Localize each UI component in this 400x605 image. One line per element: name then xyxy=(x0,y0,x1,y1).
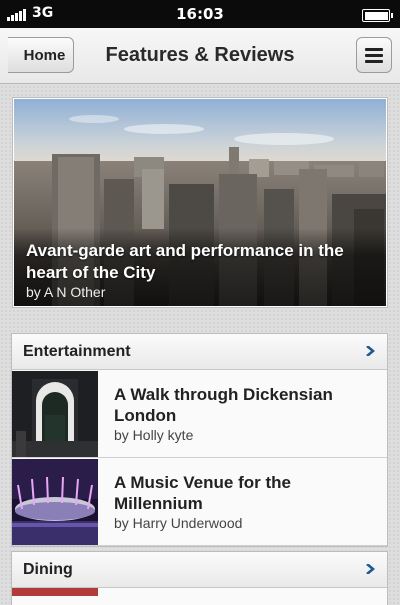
article-title: A Walk through Dickensian London xyxy=(114,385,333,425)
section-label: Entertainment xyxy=(23,343,131,360)
list-item[interactable]: A Walk through Dickensian London by Holl… xyxy=(12,370,387,458)
chevron-right-icon xyxy=(366,346,375,356)
section-label: Dining xyxy=(23,561,73,578)
navigation-bar: Features & Reviews Home xyxy=(0,28,400,84)
article-title: A Music Venue for the Millennium xyxy=(114,473,291,513)
section-header-entertainment[interactable]: Entertainment xyxy=(12,334,387,370)
home-button-label: Home xyxy=(23,46,66,64)
battery-icon xyxy=(362,9,393,22)
article-byline: by Harry Underwood xyxy=(114,515,243,531)
section-header-dining[interactable]: Dining xyxy=(12,552,387,588)
hero-feature-card[interactable]: Avant-garde art and performance in the h… xyxy=(13,98,387,307)
article-byline: by Holly kyte xyxy=(114,427,194,443)
status-bar: 3G 16:03 xyxy=(0,0,400,28)
chevron-right-icon xyxy=(366,564,375,574)
section-entertainment: Entertainment A Walk through Dickensian … xyxy=(11,333,388,547)
list-item[interactable]: A Music Venue for the Millennium by Harr… xyxy=(12,458,387,546)
hamburger-menu-icon[interactable] xyxy=(356,37,392,73)
hero-title: Avant-garde art and performance in the h… xyxy=(26,241,344,282)
section-dining: Dining xyxy=(11,551,388,605)
status-time: 16:03 xyxy=(176,5,224,23)
list-item-partial[interactable] xyxy=(12,588,387,605)
article-thumbnail-doorway xyxy=(12,371,98,457)
hero-byline: by A N Other xyxy=(26,284,106,300)
content-area: Avant-garde art and performance in the h… xyxy=(0,85,400,605)
home-back-button[interactable]: Home xyxy=(8,37,74,73)
article-thumbnail-venue xyxy=(12,459,98,545)
article-thumbnail-dining xyxy=(12,588,98,596)
